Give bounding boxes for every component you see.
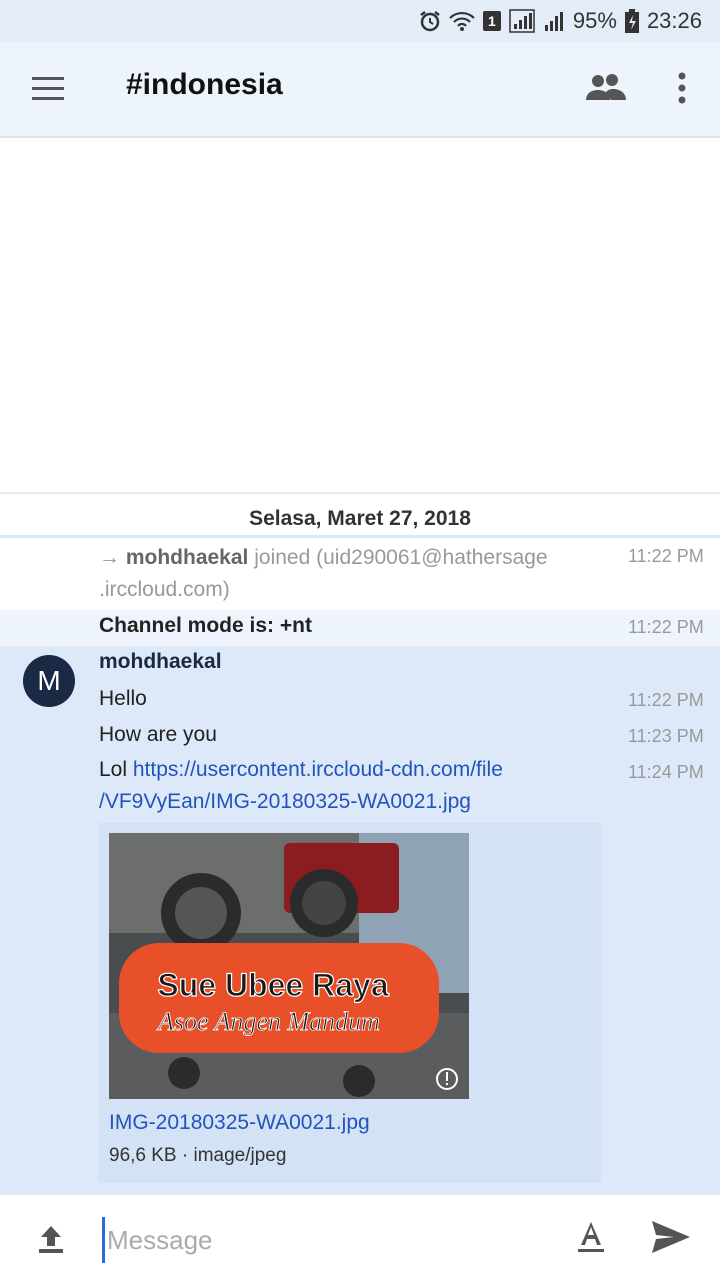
- message-line: How are you: [99, 723, 217, 746]
- upload-icon[interactable]: [36, 1223, 66, 1255]
- sim-1-badge: 1: [482, 11, 501, 31]
- message-link[interactable]: https://usercontent.irccloud-cdn.com/fil…: [99, 758, 503, 813]
- members-icon[interactable]: [584, 70, 632, 110]
- timestamp: 11:22 PM: [628, 690, 704, 710]
- wifi-icon: [449, 10, 475, 32]
- date-divider: Selasa, Maret 27, 2018: [0, 492, 720, 538]
- overflow-icon[interactable]: [664, 70, 700, 110]
- alarm-icon: [419, 10, 441, 32]
- format-text-icon[interactable]: [576, 1219, 606, 1255]
- message-nick[interactable]: mohdhaekal: [99, 650, 222, 674]
- signal-icon: [543, 10, 565, 32]
- join-detail-line2: .irccloud.com): [99, 578, 230, 601]
- mode-event-text: Channel mode is: +nt: [99, 614, 312, 637]
- message-input[interactable]: [102, 1217, 549, 1263]
- menu-icon[interactable]: [28, 72, 70, 108]
- timestamp: 11:22 PM: [628, 546, 704, 566]
- timestamp: 11:23 PM: [628, 726, 704, 746]
- message-prefix: Lol: [99, 758, 128, 781]
- clock: 23:26: [646, 8, 702, 33]
- channel-title: #indonesia: [126, 68, 283, 101]
- file-meta: 96,6 KB · image/jpeg: [109, 1145, 287, 1166]
- file-attachment-card[interactable]: Sue Ubee Raya Asoe Angen Mandum IMG-2018…: [98, 823, 601, 1183]
- arrow-icon: →: [99, 546, 120, 569]
- battery-icon: [624, 9, 639, 33]
- message-line: Lol https://usercontent.irccloud-cdn.com…: [99, 754, 503, 818]
- timestamp: 11:24 PM: [628, 762, 704, 782]
- signal-icon: [509, 9, 535, 33]
- join-event-text: → mohdhaekal joined (uid290061@hathersag…: [99, 542, 599, 606]
- battery-percent: 95%: [572, 8, 617, 33]
- join-detail-line1: joined (uid290061@hathersage: [254, 546, 548, 569]
- composer: [0, 1193, 720, 1280]
- join-nick[interactable]: mohdhaekal: [126, 546, 249, 569]
- file-name-link[interactable]: IMG-20180325-WA0021.jpg: [109, 1111, 370, 1135]
- join-event-row: → mohdhaekal joined (uid290061@hathersag…: [0, 538, 720, 610]
- send-icon[interactable]: [650, 1219, 692, 1255]
- image-thumbnail[interactable]: Sue Ubee Raya Asoe Angen Mandum: [109, 833, 469, 1099]
- app-bar: #indonesia: [0, 42, 720, 138]
- status-bar: 1 95% 23:26: [0, 0, 720, 42]
- message-line: Hello: [99, 687, 147, 710]
- image-caption-main: Sue Ubee Raya: [157, 967, 388, 1003]
- avatar[interactable]: M: [23, 655, 75, 707]
- image-caption-sub: Asoe Angen Mandum: [156, 1007, 380, 1036]
- message-list-empty-area: [0, 138, 720, 492]
- timestamp: 11:22 PM: [628, 617, 704, 637]
- message-group: M mohdhaekal Hello 11:22 PM How are you …: [0, 646, 720, 1193]
- mode-event-row: Channel mode is: +nt 11:22 PM: [0, 610, 720, 646]
